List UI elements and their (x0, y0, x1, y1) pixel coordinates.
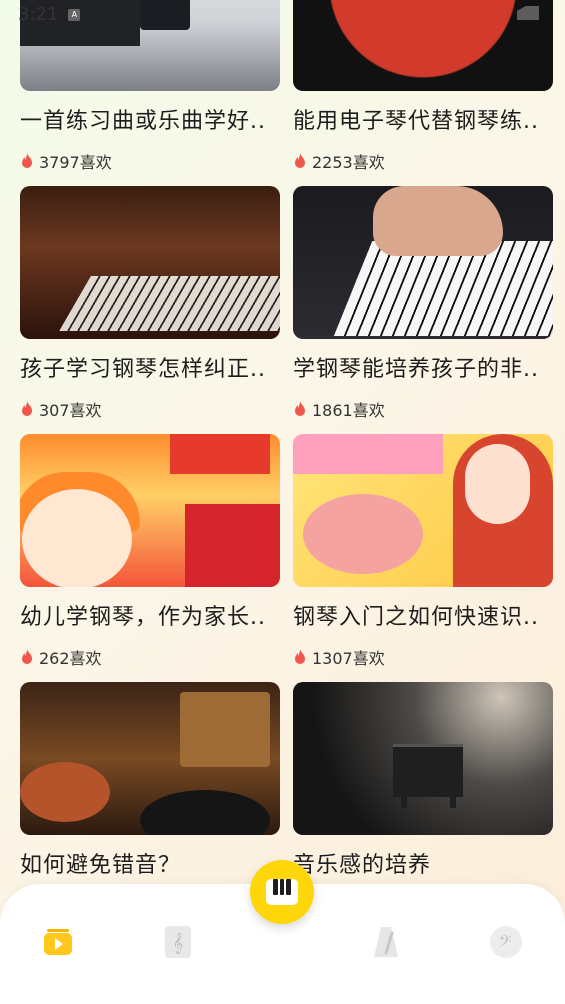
nav-video-tab[interactable] (40, 924, 76, 960)
nav-bass-clef-tab[interactable]: 𝄢 (488, 924, 524, 960)
status-badge: A (68, 8, 81, 21)
video-card[interactable]: 孩子学习钢琴怎样纠正.. 307喜欢 (20, 186, 280, 420)
video-thumbnail[interactable] (20, 682, 280, 835)
nav-score-tab[interactable]: 𝄞 (160, 924, 196, 960)
piano-center-button[interactable] (250, 860, 314, 924)
video-title: 一首练习曲或乐曲学好.. (20, 109, 266, 134)
video-play-icon (44, 929, 72, 955)
video-title: 能用电子琴代替钢琴练.. (293, 109, 539, 134)
music-score-icon: 𝄞 (165, 926, 191, 958)
video-title: 如何避免错音？ (20, 853, 182, 878)
svg-text:𝄢: 𝄢 (499, 931, 512, 955)
likes-count: 307喜欢 (20, 397, 102, 421)
video-thumbnail[interactable] (293, 0, 553, 91)
likes-count: 3797喜欢 (20, 149, 112, 173)
video-thumbnail[interactable] (20, 186, 280, 339)
likes-count: 262喜欢 (20, 645, 102, 669)
video-card[interactable]: 学钢琴能培养孩子的非.. 1861喜欢 (293, 186, 553, 420)
flame-icon (22, 401, 32, 416)
nav-metronome-tab[interactable] (368, 924, 404, 960)
video-title: 幼儿学钢琴，作为家长.. (20, 605, 266, 630)
video-card[interactable]: 音乐感的培养 (293, 682, 553, 878)
video-title: 孩子学习钢琴怎样纠正.. (20, 357, 266, 382)
likes-count: 1307喜欢 (293, 645, 385, 669)
status-time: 3:21 (18, 4, 59, 25)
video-thumbnail[interactable] (293, 682, 553, 835)
video-title: 学钢琴能培养孩子的非.. (293, 357, 539, 382)
svg-text:𝄞: 𝄞 (173, 933, 184, 954)
video-card[interactable]: 能用电子琴代替钢琴练.. 2253喜欢 (293, 0, 553, 172)
flame-icon (295, 649, 305, 664)
flame-icon (22, 649, 32, 664)
video-title: 音乐感的培养 (293, 853, 432, 878)
status-bar: 3:21 A (18, 4, 81, 25)
likes-count: 1861喜欢 (293, 397, 385, 421)
metronome-icon (374, 927, 398, 957)
video-card[interactable]: 钢琴入门之如何快速识.. 1307喜欢 (293, 434, 553, 668)
flame-icon (295, 153, 305, 168)
video-thumbnail[interactable] (293, 186, 553, 339)
video-card[interactable]: 如何避免错音？ (20, 682, 280, 878)
video-title: 钢琴入门之如何快速识.. (293, 605, 539, 630)
likes-count: 2253喜欢 (293, 149, 385, 173)
video-thumbnail[interactable] (20, 434, 280, 587)
piano-center-icon (266, 879, 298, 905)
video-thumbnail[interactable] (293, 434, 553, 587)
bass-clef-icon: 𝄢 (490, 926, 522, 958)
flame-icon (22, 153, 32, 168)
flame-icon (295, 401, 305, 416)
video-card[interactable]: 幼儿学钢琴，作为家长.. 262喜欢 (20, 434, 280, 668)
